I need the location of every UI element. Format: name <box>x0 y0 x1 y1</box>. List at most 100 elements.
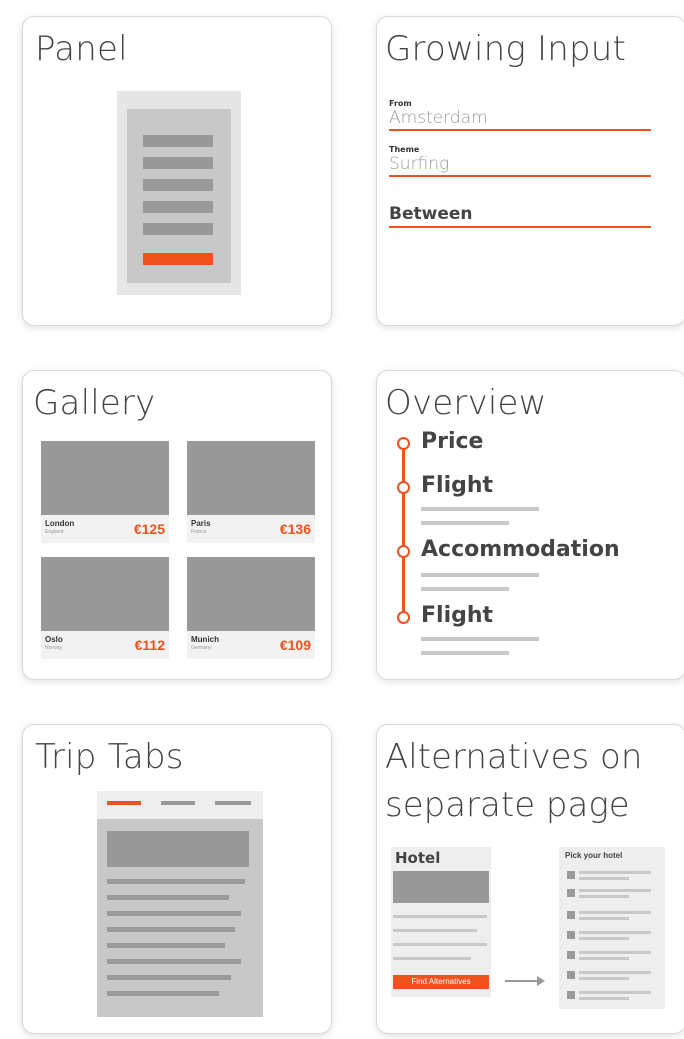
tile-price: €109 <box>279 637 311 653</box>
card-title: Gallery <box>33 383 156 423</box>
theme-field[interactable]: Theme Surfing <box>389 145 651 177</box>
hotel-thumbnail-icon <box>567 971 575 979</box>
field-underline <box>389 129 651 131</box>
panel-placeholder-bar <box>143 179 213 191</box>
placeholder-line <box>107 911 241 916</box>
panel-card: Panel <box>22 16 332 326</box>
growing-input-card: Growing Input From Amsterdam Theme Surfi… <box>376 16 684 326</box>
card-title: Trip Tabs <box>35 737 184 777</box>
timeline-dot <box>397 545 410 558</box>
timeline-dot <box>397 611 410 624</box>
placeholder-line <box>107 879 245 884</box>
placeholder-line <box>107 927 235 932</box>
placeholder-line <box>393 929 477 932</box>
find-alternatives-button[interactable]: Find Alternatives <box>393 975 489 989</box>
placeholder-line <box>579 977 629 980</box>
placeholder-line <box>421 521 509 525</box>
card-title: Overview <box>385 383 547 423</box>
tile-image <box>41 557 169 631</box>
placeholder-line <box>579 889 651 892</box>
panel-placeholder-bar <box>143 157 213 169</box>
tile-country: Norway <box>45 645 62 651</box>
panel-placeholder-bar <box>143 223 213 235</box>
panel-placeholder-bar <box>143 201 213 213</box>
tile-image <box>187 441 315 515</box>
placeholder-line <box>421 637 539 641</box>
tile-country: France <box>191 529 207 535</box>
panel-button <box>143 253 213 265</box>
placeholder-line <box>421 651 509 655</box>
tabs-header <box>97 791 263 819</box>
gallery-tile[interactable]: London England €125 <box>41 441 169 543</box>
hotel-thumbnail-icon <box>567 871 575 879</box>
overview-card: Overview Price Flight Accommodation Flig… <box>376 370 684 680</box>
tab-active[interactable] <box>107 801 141 805</box>
gallery-tile[interactable]: Munich Germany €109 <box>187 557 315 659</box>
hotel-thumbnail-icon <box>567 889 575 897</box>
field-value: Between <box>389 204 473 224</box>
field-underline <box>389 226 651 228</box>
placeholder-line <box>579 895 629 898</box>
placeholder-line <box>579 931 651 934</box>
overview-item[interactable]: Flight <box>421 603 493 628</box>
overview-item[interactable]: Flight <box>421 473 493 498</box>
tile-city: Paris <box>191 519 211 528</box>
overview-item[interactable]: Accommodation <box>421 537 620 562</box>
placeholder-line <box>107 991 219 996</box>
tile-city: Munich <box>191 635 219 644</box>
placeholder-line <box>579 871 651 874</box>
trip-tabs-card: Trip Tabs <box>22 724 332 1034</box>
card-title: Panel <box>35 29 128 69</box>
tile-image <box>41 441 169 515</box>
placeholder-line <box>579 997 629 1000</box>
arrow-icon <box>505 980 539 982</box>
placeholder-line <box>421 507 539 511</box>
placeholder-line <box>107 895 229 900</box>
placeholder-line <box>579 911 651 914</box>
field-value: Amsterdam <box>389 108 488 128</box>
gallery-tile[interactable]: Oslo Norway €112 <box>41 557 169 659</box>
hotel-title: Hotel <box>395 849 441 867</box>
field-value: Surfing <box>389 154 450 174</box>
tab[interactable] <box>215 801 251 805</box>
hotel-thumbnail-icon <box>567 911 575 919</box>
placeholder-line <box>579 957 629 960</box>
between-field[interactable]: Between <box>389 203 651 228</box>
hotel-thumbnail-icon <box>567 991 575 999</box>
placeholder-line <box>579 951 651 954</box>
tile-image <box>187 557 315 631</box>
alternatives-card: Alternatives on separate page Hotel Find… <box>376 724 684 1034</box>
tile-city: Oslo <box>45 635 63 644</box>
tile-price: €125 <box>133 521 165 537</box>
timeline-line <box>402 443 405 623</box>
placeholder-line <box>579 937 629 940</box>
tile-price: €112 <box>134 637 165 653</box>
placeholder-line <box>579 991 651 994</box>
arrow-head-icon <box>537 976 545 986</box>
tile-city: London <box>45 519 75 528</box>
placeholder-line <box>421 587 509 591</box>
pick-hotel-title: Pick your hotel <box>565 851 623 860</box>
placeholder-line <box>107 943 225 948</box>
tabs-hero-image <box>107 831 249 867</box>
from-field[interactable]: From Amsterdam <box>389 99 651 131</box>
card-title: Growing Input <box>385 29 627 69</box>
tile-country: England <box>45 529 64 535</box>
hotel-thumbnail-icon <box>567 951 575 959</box>
tab[interactable] <box>161 801 195 805</box>
hotel-thumbnail-icon <box>567 931 575 939</box>
field-underline <box>389 175 651 177</box>
panel-placeholder-bar <box>143 135 213 147</box>
card-title: Alternatives on <box>385 737 643 777</box>
tabs-mockup <box>97 791 263 1017</box>
field-label: From <box>389 99 412 108</box>
overview-item[interactable]: Price <box>421 429 483 454</box>
placeholder-line <box>393 915 487 918</box>
placeholder-line <box>579 917 629 920</box>
placeholder-line <box>421 573 539 577</box>
placeholder-line <box>393 943 487 946</box>
placeholder-line <box>107 959 241 964</box>
field-label: Theme <box>389 145 420 154</box>
placeholder-line <box>107 975 231 980</box>
gallery-tile[interactable]: Paris France €136 <box>187 441 315 543</box>
